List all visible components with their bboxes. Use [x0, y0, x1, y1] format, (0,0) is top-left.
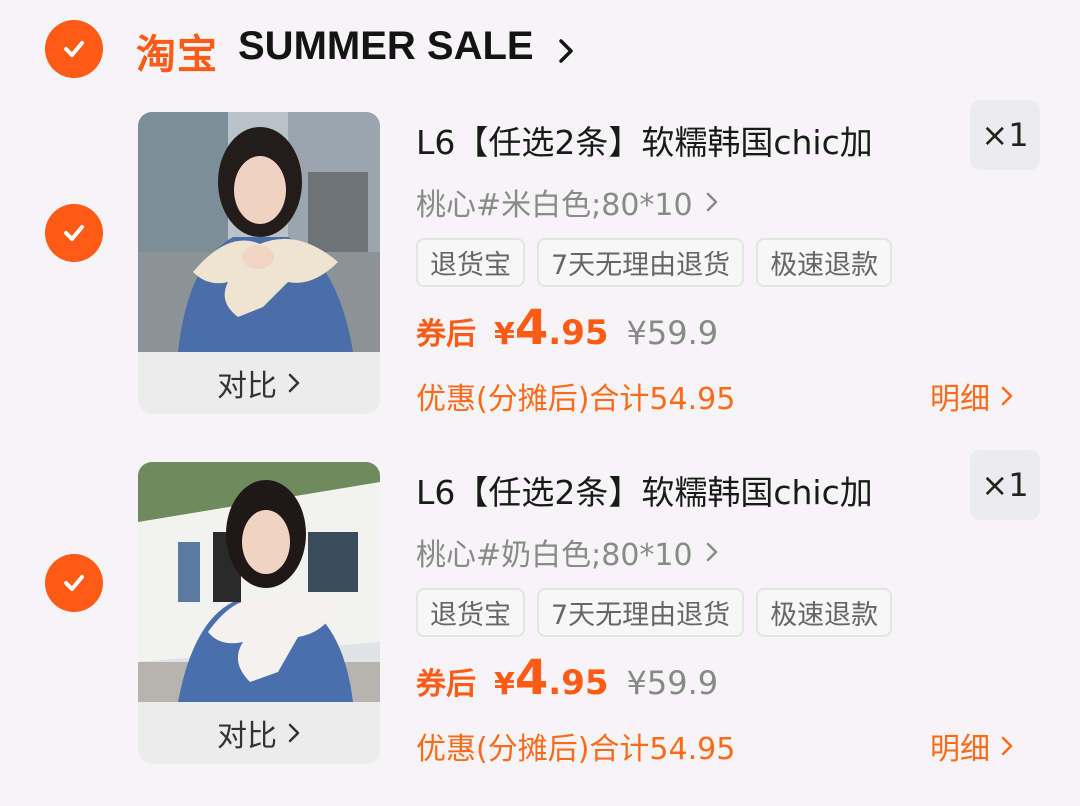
service-tag: 7天无理由退货: [537, 238, 745, 287]
chevron-right-icon: [1001, 386, 1013, 406]
price-row: 券后 ¥ 4 .95 ¥59.9: [416, 650, 718, 706]
service-tag: 极速退款: [756, 238, 893, 287]
chevron-right-icon: [706, 542, 717, 562]
sku-label: 桃心#米白色;80*10: [416, 188, 693, 223]
detail-button[interactable]: 明细: [930, 374, 1014, 418]
item-select-checkbox[interactable]: [45, 204, 103, 262]
currency-symbol: ¥: [494, 667, 515, 702]
chevron-right-icon: [706, 192, 717, 212]
chevron-right-icon: [1001, 736, 1013, 756]
service-tags: 退货宝 7天无理由退货 极速退款: [416, 588, 893, 637]
cart-item: 对比 L6【任选2条】软糯韩国chic加 ×1 桃心#奶白色;80*10 退货宝…: [0, 450, 1080, 802]
chevron-right-icon: [288, 723, 300, 743]
detail-button[interactable]: 明细: [930, 724, 1014, 768]
after-coupon-label: 券后: [416, 667, 476, 702]
original-price: ¥59.9: [626, 314, 719, 352]
detail-label: 明细: [930, 732, 990, 767]
service-tag: 极速退款: [756, 588, 893, 637]
sku-selector[interactable]: 桃心#奶白色;80*10: [416, 530, 719, 574]
store-select-checkbox[interactable]: [45, 20, 103, 78]
service-tags: 退货宝 7天无理由退货 极速退款: [416, 238, 893, 287]
product-card[interactable]: 对比: [138, 462, 380, 764]
price-integer: 4: [514, 650, 549, 706]
price-decimal: .95: [548, 663, 609, 703]
product-image[interactable]: [138, 462, 380, 702]
taobao-logo: 淘宝: [136, 32, 218, 78]
compare-label: 对比: [217, 719, 277, 754]
currency-symbol: ¥: [494, 317, 515, 352]
original-price: ¥59.9: [626, 664, 719, 702]
product-image[interactable]: [138, 112, 380, 352]
discount-total: 优惠(分摊后)合计54.95: [416, 382, 736, 417]
product-title[interactable]: L6【任选2条】软糯韩国chic加: [416, 116, 936, 164]
compare-button[interactable]: 对比: [138, 352, 380, 414]
store-name-link[interactable]: SUMMER SALE: [238, 24, 534, 69]
price-decimal: .95: [548, 313, 609, 353]
discount-total: 优惠(分摊后)合计54.95: [416, 732, 736, 767]
compare-label: 对比: [217, 369, 277, 404]
compare-button[interactable]: 对比: [138, 702, 380, 764]
price-integer: 4: [514, 300, 549, 356]
detail-label: 明细: [930, 382, 990, 417]
price-row: 券后 ¥ 4 .95 ¥59.9: [416, 300, 718, 356]
cart-item: 对比 L6【任选2条】软糯韩国chic加 ×1 桃心#米白色;80*10 退货宝…: [0, 100, 1080, 452]
sku-selector[interactable]: 桃心#米白色;80*10: [416, 180, 719, 224]
service-tag: 退货宝: [416, 238, 525, 287]
after-coupon-label: 券后: [416, 317, 476, 352]
item-select-checkbox[interactable]: [45, 554, 103, 612]
product-title[interactable]: L6【任选2条】软糯韩国chic加: [416, 466, 936, 514]
quantity-selector[interactable]: ×1: [970, 100, 1040, 170]
sku-label: 桃心#奶白色;80*10: [416, 538, 693, 573]
check-icon: [64, 41, 84, 57]
store-header: 淘宝 SUMMER SALE: [0, 0, 1080, 100]
check-icon: [64, 225, 84, 241]
quantity-selector[interactable]: ×1: [970, 450, 1040, 520]
service-tag: 退货宝: [416, 588, 525, 637]
chevron-right-icon[interactable]: [556, 38, 576, 64]
product-card[interactable]: 对比: [138, 112, 380, 414]
service-tag: 7天无理由退货: [537, 588, 745, 637]
chevron-right-icon: [288, 373, 300, 393]
check-icon: [64, 575, 84, 591]
